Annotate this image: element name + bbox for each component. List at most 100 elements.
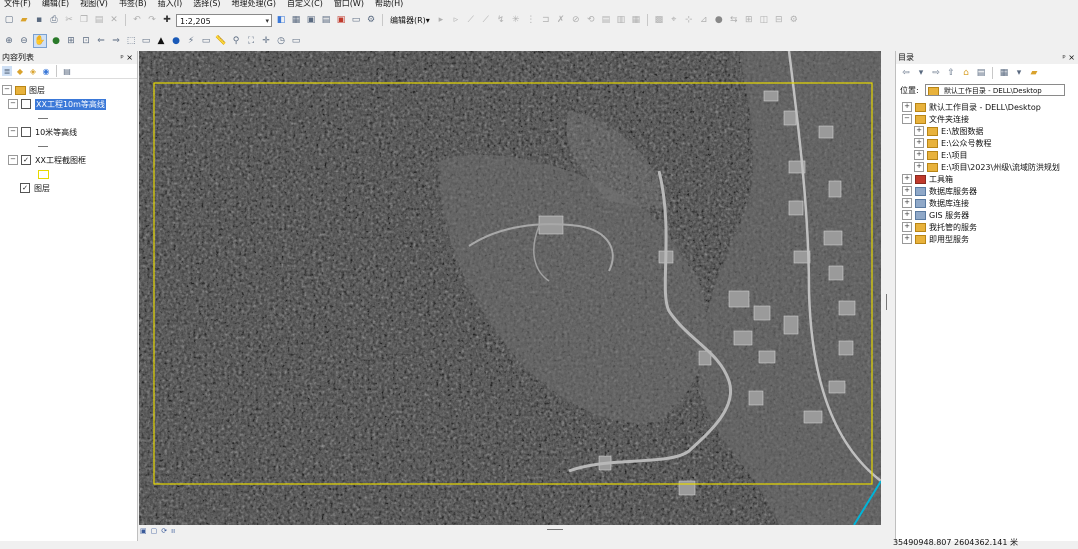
layer-label[interactable]: XX工程截图框 (35, 155, 86, 166)
pause-draw-icon[interactable]: ıı (171, 527, 175, 535)
pan-icon[interactable]: ✋ (33, 34, 47, 48)
layer-visibility-checkbox[interactable] (21, 127, 31, 137)
catalog-item[interactable]: + E:\项目 (902, 149, 1078, 161)
trace-icon[interactable]: ↯ (495, 14, 507, 26)
edit-annotation-icon[interactable]: ▹ (450, 14, 462, 26)
open-icon[interactable]: ▰ (18, 14, 30, 26)
expand-icon[interactable]: + (902, 222, 912, 232)
create-features-icon[interactable]: ▦ (630, 14, 642, 26)
delete-icon[interactable]: ✕ (108, 14, 120, 26)
chevron-down-icon[interactable]: ▾ (915, 67, 927, 79)
expand-icon[interactable]: + (902, 234, 912, 244)
location-combo[interactable]: 默认工作目录 - DELL\Desktop (924, 84, 1065, 96)
point-icon[interactable]: ✳ (510, 14, 522, 26)
go-forward-icon[interactable]: ⇒ (110, 35, 122, 47)
go-back-icon[interactable]: ⇐ (95, 35, 107, 47)
fixed-zoom-in-icon[interactable]: ⊞ (65, 35, 77, 47)
search-window-icon[interactable]: ▤ (320, 14, 332, 26)
list-by-source-icon[interactable]: ◆ (15, 66, 25, 76)
zoom-in-icon[interactable]: ⊕ (3, 35, 15, 47)
identify-icon[interactable]: ● (170, 35, 182, 47)
create-viewer-icon[interactable]: ▭ (290, 35, 302, 47)
catalog-item[interactable]: + E:\放图数据 (902, 125, 1078, 137)
go-to-xy-icon[interactable]: ✛ (260, 35, 272, 47)
catalog-window-icon[interactable]: ▣ (305, 14, 317, 26)
copy-icon[interactable]: ❐ (78, 14, 90, 26)
sketch-properties-icon[interactable]: ▥ (615, 14, 627, 26)
edit-vertices-icon[interactable]: ⋮ (525, 14, 537, 26)
menu-help[interactable]: 帮助(H) (375, 0, 403, 10)
tools-icon[interactable]: ⚙ (788, 14, 800, 26)
expand-icon[interactable]: + (902, 174, 912, 184)
georeference-icon[interactable]: ⊹ (683, 14, 695, 26)
split-icon[interactable]: ⊘ (570, 14, 582, 26)
straight-segment-icon[interactable]: ⟋ (465, 14, 477, 26)
catalog-item[interactable]: + E:\公众号教程 (902, 137, 1078, 149)
find-icon[interactable]: ⚲ (230, 35, 242, 47)
catalog-item[interactable]: + E:\项目\2023\州级\流域防洪规划 (902, 161, 1078, 173)
catalog-item[interactable]: + 我托管的服务 (902, 221, 1078, 233)
collapse-icon[interactable]: − (8, 99, 18, 109)
refresh-icon[interactable]: ⟳ (161, 527, 167, 535)
add-data-icon[interactable]: ✚ (161, 14, 173, 26)
menu-insert[interactable]: 插入(I) (158, 0, 183, 10)
editor-toolbar-icon[interactable]: ◧ (275, 14, 287, 26)
collapse-icon[interactable]: − (2, 85, 12, 95)
snapping-icon[interactable]: ⌖ (668, 14, 680, 26)
catalog-item[interactable]: + 数据库连接 (902, 197, 1078, 209)
globe-icon[interactable]: ● (713, 14, 725, 26)
rotate-icon[interactable]: ⟲ (585, 14, 597, 26)
catalog-item[interactable]: + 数据库服务器 (902, 185, 1078, 197)
print-icon[interactable]: ⎙ (48, 14, 60, 26)
layer-visibility-checkbox[interactable] (21, 99, 31, 109)
clear-selection-icon[interactable]: ▭ (140, 35, 152, 47)
find-route-icon[interactable]: ⛶ (245, 35, 257, 47)
redo-icon[interactable]: ↷ (146, 14, 158, 26)
html-popup-icon[interactable]: ▭ (200, 35, 212, 47)
layout-view-icon[interactable]: ▢ (151, 527, 158, 535)
time-slider-icon[interactable]: ◷ (275, 35, 287, 47)
layer-row[interactable]: − 10米等高线 (2, 125, 137, 139)
editor-menu-button[interactable]: 编辑器(R)▾ (388, 15, 432, 26)
expand-icon[interactable]: + (902, 102, 912, 112)
expand-icon[interactable]: + (902, 186, 912, 196)
measure-tool-icon[interactable]: 📏 (215, 35, 227, 47)
back-icon[interactable]: ⇦ (900, 67, 912, 79)
options-icon[interactable]: ▤ (62, 66, 72, 76)
catalog-pin-close[interactable]: ᵖ × (1062, 53, 1075, 62)
up-level-icon[interactable]: ⇧ (945, 67, 957, 79)
catalog-item[interactable]: + GIS 服务器 (902, 209, 1078, 221)
chevron-down-icon[interactable]: ▾ (1013, 67, 1025, 79)
catalog-item[interactable]: + 默认工作目录 - DELL\Desktop (902, 101, 1078, 113)
attributes-icon[interactable]: ▤ (600, 14, 612, 26)
expand-icon[interactable]: + (914, 162, 924, 172)
edit-tool-icon[interactable]: ▸ (435, 14, 447, 26)
toc-pin-close[interactable]: ᵖ × (120, 53, 133, 62)
menu-customize[interactable]: 自定义(C) (287, 0, 323, 10)
layer-row[interactable]: − ✓ XX工程截图框 (2, 153, 137, 167)
menu-view[interactable]: 视图(V) (80, 0, 108, 10)
table-of-contents-icon[interactable]: ▦ (290, 14, 302, 26)
home-folder-icon[interactable]: ⌂ (960, 67, 972, 79)
arctoolbox-icon[interactable]: ▣ (335, 14, 347, 26)
menu-geoprocessing[interactable]: 地理处理(G) (232, 0, 276, 10)
collapse-icon[interactable]: − (902, 114, 912, 124)
select-features-icon[interactable]: ⬚ (125, 35, 137, 47)
expand-icon[interactable]: + (914, 126, 924, 136)
list-by-visibility-icon[interactable]: ◈ (28, 66, 38, 76)
endpoint-arc-icon[interactable]: ⟋ (480, 14, 492, 26)
zoom-out-icon[interactable]: ⊖ (18, 35, 30, 47)
measure-icon[interactable]: ⊿ (698, 14, 710, 26)
cut-polygons-icon[interactable]: ✗ (555, 14, 567, 26)
transparency-icon[interactable]: ◫ (758, 14, 770, 26)
menu-windows[interactable]: 窗口(W) (334, 0, 364, 10)
reshape-icon[interactable]: ⊐ (540, 14, 552, 26)
sublayer-label[interactable]: 图层 (34, 183, 50, 194)
catalog-item[interactable]: + 即用型服务 (902, 233, 1078, 245)
hyperlink-icon[interactable]: ⚡ (185, 35, 197, 47)
catalog-options-icon[interactable]: ▰ (1028, 67, 1040, 79)
paste-icon[interactable]: ▤ (93, 14, 105, 26)
menu-edit[interactable]: 编辑(E) (42, 0, 69, 10)
layer-visibility-checkbox[interactable]: ✓ (21, 155, 31, 165)
list-by-selection-icon[interactable]: ◉ (41, 66, 51, 76)
